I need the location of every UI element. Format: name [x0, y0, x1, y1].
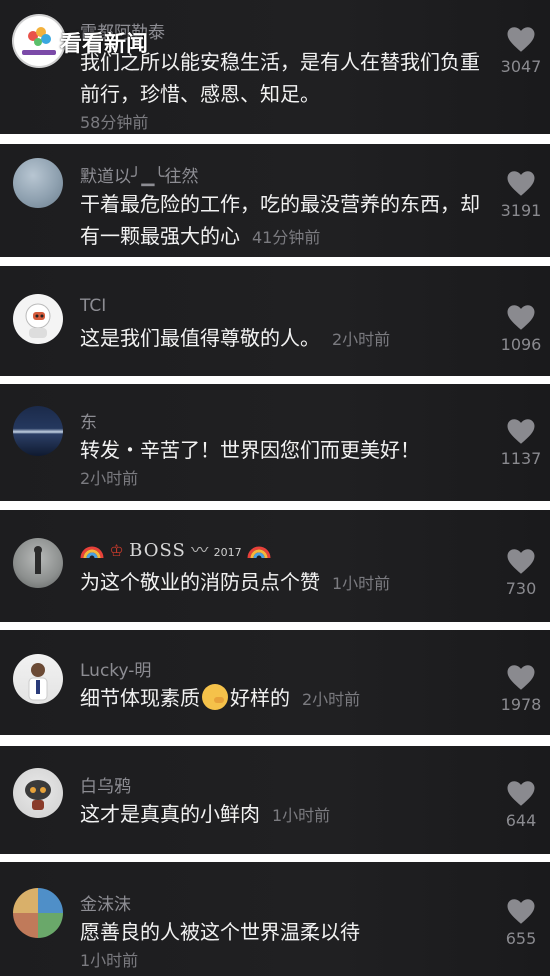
- comment-card: 默道以╯▁╰往然 干着最危险的工作，吃的最没营养的东西，却有一颗最强大的心 41分…: [0, 144, 550, 257]
- comment-username[interactable]: 白乌鸦: [80, 772, 131, 797]
- comment-time: 1小时前: [332, 574, 391, 593]
- comment-text: 转发・辛苦了！世界因您们而更美好！ 2小时前: [80, 434, 480, 492]
- comment-body-start: 细节体现素质: [80, 686, 200, 710]
- comment-body: 这才是真真的小鲜肉: [80, 802, 260, 826]
- comment-body: 为这个敬业的消防员点个赞: [80, 570, 320, 594]
- heart-icon: [507, 781, 535, 806]
- avatar[interactable]: [13, 158, 63, 208]
- comment-card: 雷都阿勒泰 我们之所以能安稳生活，是有人在替我们负重前行，珍惜、感恩、知足。 5…: [0, 0, 550, 134]
- avatar[interactable]: [13, 768, 63, 818]
- like-count: 1096: [500, 335, 542, 354]
- heart-icon: [507, 419, 535, 444]
- avatar-illustration: [34, 546, 42, 574]
- like-button[interactable]: 3191: [498, 170, 544, 220]
- avatar[interactable]: [13, 888, 63, 938]
- heart-icon: [507, 305, 535, 330]
- comment-time: 58分钟前: [80, 113, 149, 132]
- comment-text: 细节体现素质 好样的 2小时前: [80, 682, 480, 716]
- like-count: 655: [505, 929, 537, 948]
- comment-username[interactable]: TCI: [80, 296, 106, 316]
- avatar-illustration: [28, 663, 48, 701]
- comment-body-end: 好样的: [230, 686, 290, 710]
- comment-card: ♔ BOSS 〰 2017 为这个敬业的消防员点个赞 1小时前 730: [0, 510, 550, 622]
- comment-time: 1小时前: [80, 951, 139, 970]
- like-count: 1137: [500, 449, 542, 468]
- comment-card: 东 转发・辛苦了！世界因您们而更美好！ 2小时前 1137: [0, 384, 550, 501]
- heart-icon: [507, 171, 535, 196]
- comment-body: 这是我们最值得尊敬的人。: [80, 326, 320, 350]
- thinking-face-emoji: [202, 684, 228, 710]
- username-year: 2017: [213, 546, 242, 559]
- like-button[interactable]: 655: [498, 898, 544, 948]
- comment-time: 2小时前: [332, 330, 391, 349]
- like-count: 3191: [500, 201, 542, 220]
- like-button[interactable]: 730: [498, 548, 544, 598]
- comment-text: 这是我们最值得尊敬的人。 2小时前: [80, 322, 480, 356]
- avatar[interactable]: [13, 538, 63, 588]
- comment-text: 为这个敬业的消防员点个赞 1小时前: [80, 566, 480, 600]
- comment-text: 干着最危险的工作，吃的最没营养的东西，却有一颗最强大的心 41分钟前: [80, 188, 480, 254]
- comment-body: 我们之所以能安稳生活，是有人在替我们负重前行，珍惜、感恩、知足。: [80, 50, 480, 106]
- comment-username[interactable]: 东: [80, 408, 97, 433]
- comment-time: 2小时前: [80, 469, 139, 488]
- avatar-illustration: [25, 780, 51, 810]
- wave-decoration-icon: 〰: [191, 541, 209, 561]
- like-button[interactable]: 3047: [498, 26, 544, 76]
- comment-card: Lucky-明 细节体现素质 好样的 2小时前 1978: [0, 630, 550, 735]
- brand-watermark: 看看新闻: [60, 32, 149, 57]
- avatar[interactable]: [13, 654, 63, 704]
- comment-body: 转发・辛苦了！世界因您们而更美好！: [80, 438, 420, 462]
- crown-decoration-icon: ♔: [109, 541, 124, 560]
- comment-text: 这才是真真的小鲜肉 1小时前: [80, 798, 480, 832]
- username-text: BOSS: [129, 540, 186, 561]
- heart-icon: [507, 549, 535, 574]
- like-count: 644: [505, 811, 537, 830]
- comment-username[interactable]: 金沫沫: [80, 890, 131, 915]
- heart-icon: [507, 665, 535, 690]
- avatar-illustration: [25, 303, 51, 338]
- comment-username[interactable]: Lucky-明: [80, 656, 151, 681]
- rainbow-emoji: [247, 546, 271, 559]
- comment-username[interactable]: 默道以╯▁╰往然: [80, 162, 199, 187]
- comment-card: 金沫沫 愿善良的人被这个世界温柔以待 1小时前 655: [0, 862, 550, 976]
- comment-time: 41分钟前: [252, 228, 321, 247]
- comment-body: 愿善良的人被这个世界温柔以待: [80, 920, 360, 944]
- comment-text: 我们之所以能安稳生活，是有人在替我们负重前行，珍惜、感恩、知足。 58分钟前: [80, 46, 480, 134]
- comment-text: 愿善良的人被这个世界温柔以待 1小时前: [80, 916, 480, 974]
- comment-username[interactable]: ♔ BOSS 〰 2017: [80, 536, 271, 561]
- like-count: 3047: [500, 57, 542, 76]
- like-button[interactable]: 1137: [498, 418, 544, 468]
- like-button[interactable]: 1978: [498, 664, 544, 714]
- heart-icon: [507, 27, 535, 52]
- comment-time: 1小时前: [272, 806, 331, 825]
- comment-card: TCI 这是我们最值得尊敬的人。 2小时前 1096: [0, 266, 550, 376]
- comment-card: 白乌鸦 这才是真真的小鲜肉 1小时前 644: [0, 746, 550, 854]
- brand-logo: [14, 16, 64, 66]
- rainbow-emoji: [80, 546, 104, 559]
- avatar[interactable]: [13, 294, 63, 344]
- heart-icon: [507, 899, 535, 924]
- like-button[interactable]: 644: [498, 780, 544, 830]
- like-count: 1978: [500, 695, 542, 714]
- like-button[interactable]: 1096: [498, 304, 544, 354]
- avatar[interactable]: [13, 406, 63, 456]
- like-count: 730: [505, 579, 537, 598]
- comment-time: 2小时前: [302, 690, 361, 709]
